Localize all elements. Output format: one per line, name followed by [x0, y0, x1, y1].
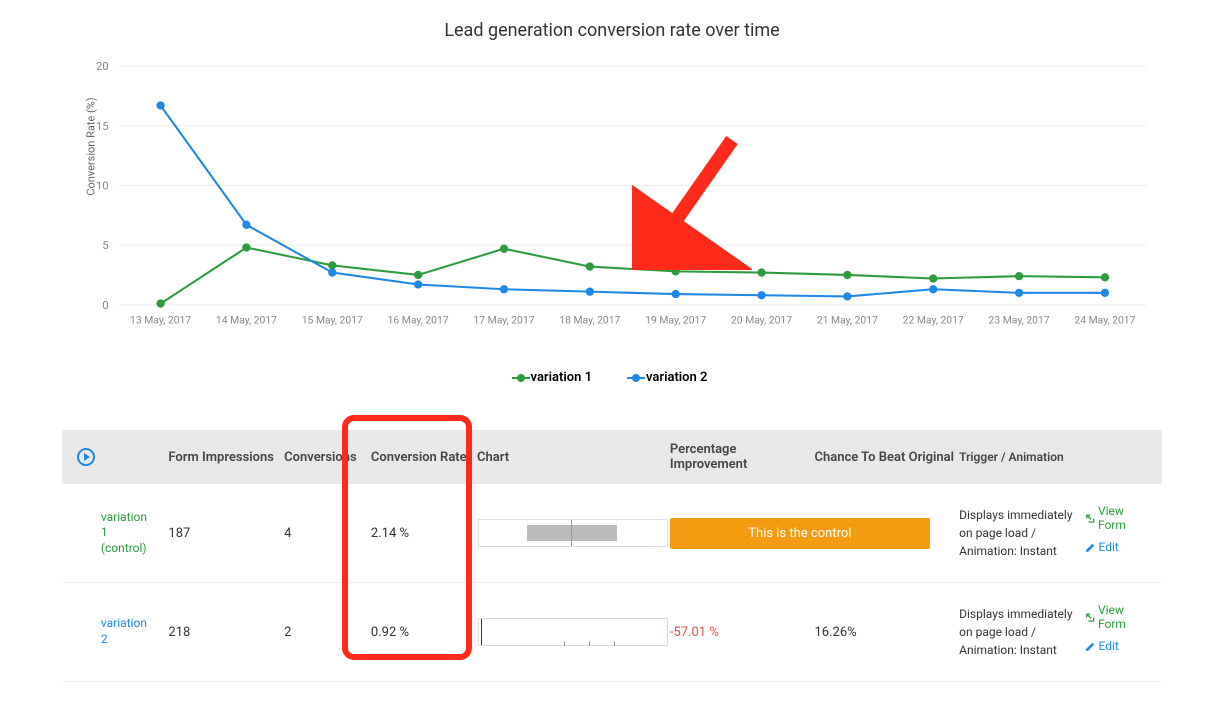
mini-chart-cell — [477, 519, 670, 547]
y-axis-label: Conversion Rate (%) — [85, 97, 98, 195]
svg-text:21 May, 2017: 21 May, 2017 — [817, 313, 878, 326]
trigger-value: Displays immediately on page load / Anim… — [959, 605, 1084, 659]
trigger-value: Displays immediately on page load / Anim… — [959, 506, 1084, 560]
svg-text:19 May, 2017: 19 May, 2017 — [645, 313, 706, 326]
variation-name[interactable]: variation 2 — [101, 616, 169, 647]
edit-icon — [1085, 542, 1096, 553]
table-row: variation 2 218 2 0.92 % -57.01 % 16.26%… — [62, 583, 1162, 682]
svg-text:15 May, 2017: 15 May, 2017 — [302, 313, 363, 326]
impressions-value: 218 — [168, 625, 284, 640]
results-table: Form Impressions Conversions Conversion … — [62, 430, 1162, 682]
rate-value: 0.92 % — [371, 625, 477, 640]
chance-header: Chance To Beat Original — [815, 450, 960, 465]
table-header-row: Form Impressions Conversions Conversion … — [62, 430, 1162, 484]
improvement-cell: This is the control — [670, 518, 959, 549]
legend-marker-blue-icon — [632, 374, 640, 382]
rate-value: 2.14 % — [371, 526, 477, 541]
play-column-header — [72, 448, 101, 466]
view-form-link[interactable]: View Form — [1085, 504, 1153, 532]
chart-title: Lead generation conversion rate over tim… — [62, 20, 1162, 41]
view-form-link[interactable]: View Form — [1085, 603, 1153, 631]
svg-text:23 May, 2017: 23 May, 2017 — [989, 313, 1050, 326]
improvement-header: Percentage Improvement — [670, 442, 815, 472]
svg-text:0: 0 — [102, 298, 108, 312]
svg-text:24 May, 2017: 24 May, 2017 — [1074, 313, 1135, 326]
svg-text:20 May, 2017: 20 May, 2017 — [731, 313, 792, 326]
rate-header: Conversion Rate — [371, 450, 477, 465]
legend-item-variation-1[interactable]: variation 1 — [517, 370, 592, 385]
improvement-value: -57.01 % — [670, 625, 815, 640]
svg-text:15: 15 — [96, 119, 109, 133]
svg-text:10: 10 — [96, 179, 109, 193]
edit-icon — [1085, 641, 1096, 652]
mini-chart-icon — [478, 519, 668, 547]
svg-text:22 May, 2017: 22 May, 2017 — [903, 313, 964, 326]
svg-text:16 May, 2017: 16 May, 2017 — [388, 313, 449, 326]
chart-header: Chart — [477, 450, 670, 465]
impressions-header: Form Impressions — [168, 450, 284, 465]
chart-legend: variation 1 variation 2 — [62, 370, 1162, 385]
edit-link[interactable]: Edit — [1085, 540, 1153, 554]
mini-chart-icon — [478, 618, 668, 646]
svg-text:5: 5 — [102, 238, 108, 252]
legend-item-variation-2[interactable]: variation 2 — [632, 370, 707, 385]
legend-marker-green-icon — [517, 374, 525, 382]
svg-text:14 May, 2017: 14 May, 2017 — [216, 313, 277, 326]
external-link-icon — [1085, 513, 1095, 524]
svg-text:20: 20 — [96, 59, 109, 73]
chart-container: Lead generation conversion rate over tim… — [62, 20, 1162, 380]
impressions-value: 187 — [168, 526, 284, 541]
svg-text:17 May, 2017: 17 May, 2017 — [473, 313, 534, 326]
variation-name[interactable]: variation 1 (control) — [101, 510, 169, 557]
control-badge: This is the control — [670, 518, 930, 549]
legend-label: variation 1 — [531, 370, 592, 385]
actions-cell: View Form Edit — [1085, 603, 1153, 661]
legend-label: variation 2 — [646, 370, 707, 385]
conversions-header: Conversions — [284, 450, 371, 465]
svg-text:13 May, 2017: 13 May, 2017 — [130, 313, 191, 326]
line-chart: 0 5 10 15 20 13 May, 2017 14 May, 2017 15 May, … — [62, 51, 1162, 351]
edit-link[interactable]: Edit — [1085, 639, 1153, 653]
svg-text:18 May, 2017: 18 May, 2017 — [559, 313, 620, 326]
actions-cell: View Form Edit — [1085, 504, 1153, 562]
conversions-value: 4 — [284, 526, 371, 541]
external-link-icon — [1085, 612, 1095, 623]
chance-value: 16.26% — [815, 625, 960, 640]
table-row: variation 1 (control) 187 4 2.14 % This … — [62, 484, 1162, 583]
mini-chart-cell — [477, 618, 670, 646]
trigger-header: Trigger / Animation — [959, 448, 1084, 466]
conversions-value: 2 — [284, 625, 371, 640]
play-icon[interactable] — [77, 448, 95, 466]
arrow-annotation-icon — [632, 130, 752, 270]
